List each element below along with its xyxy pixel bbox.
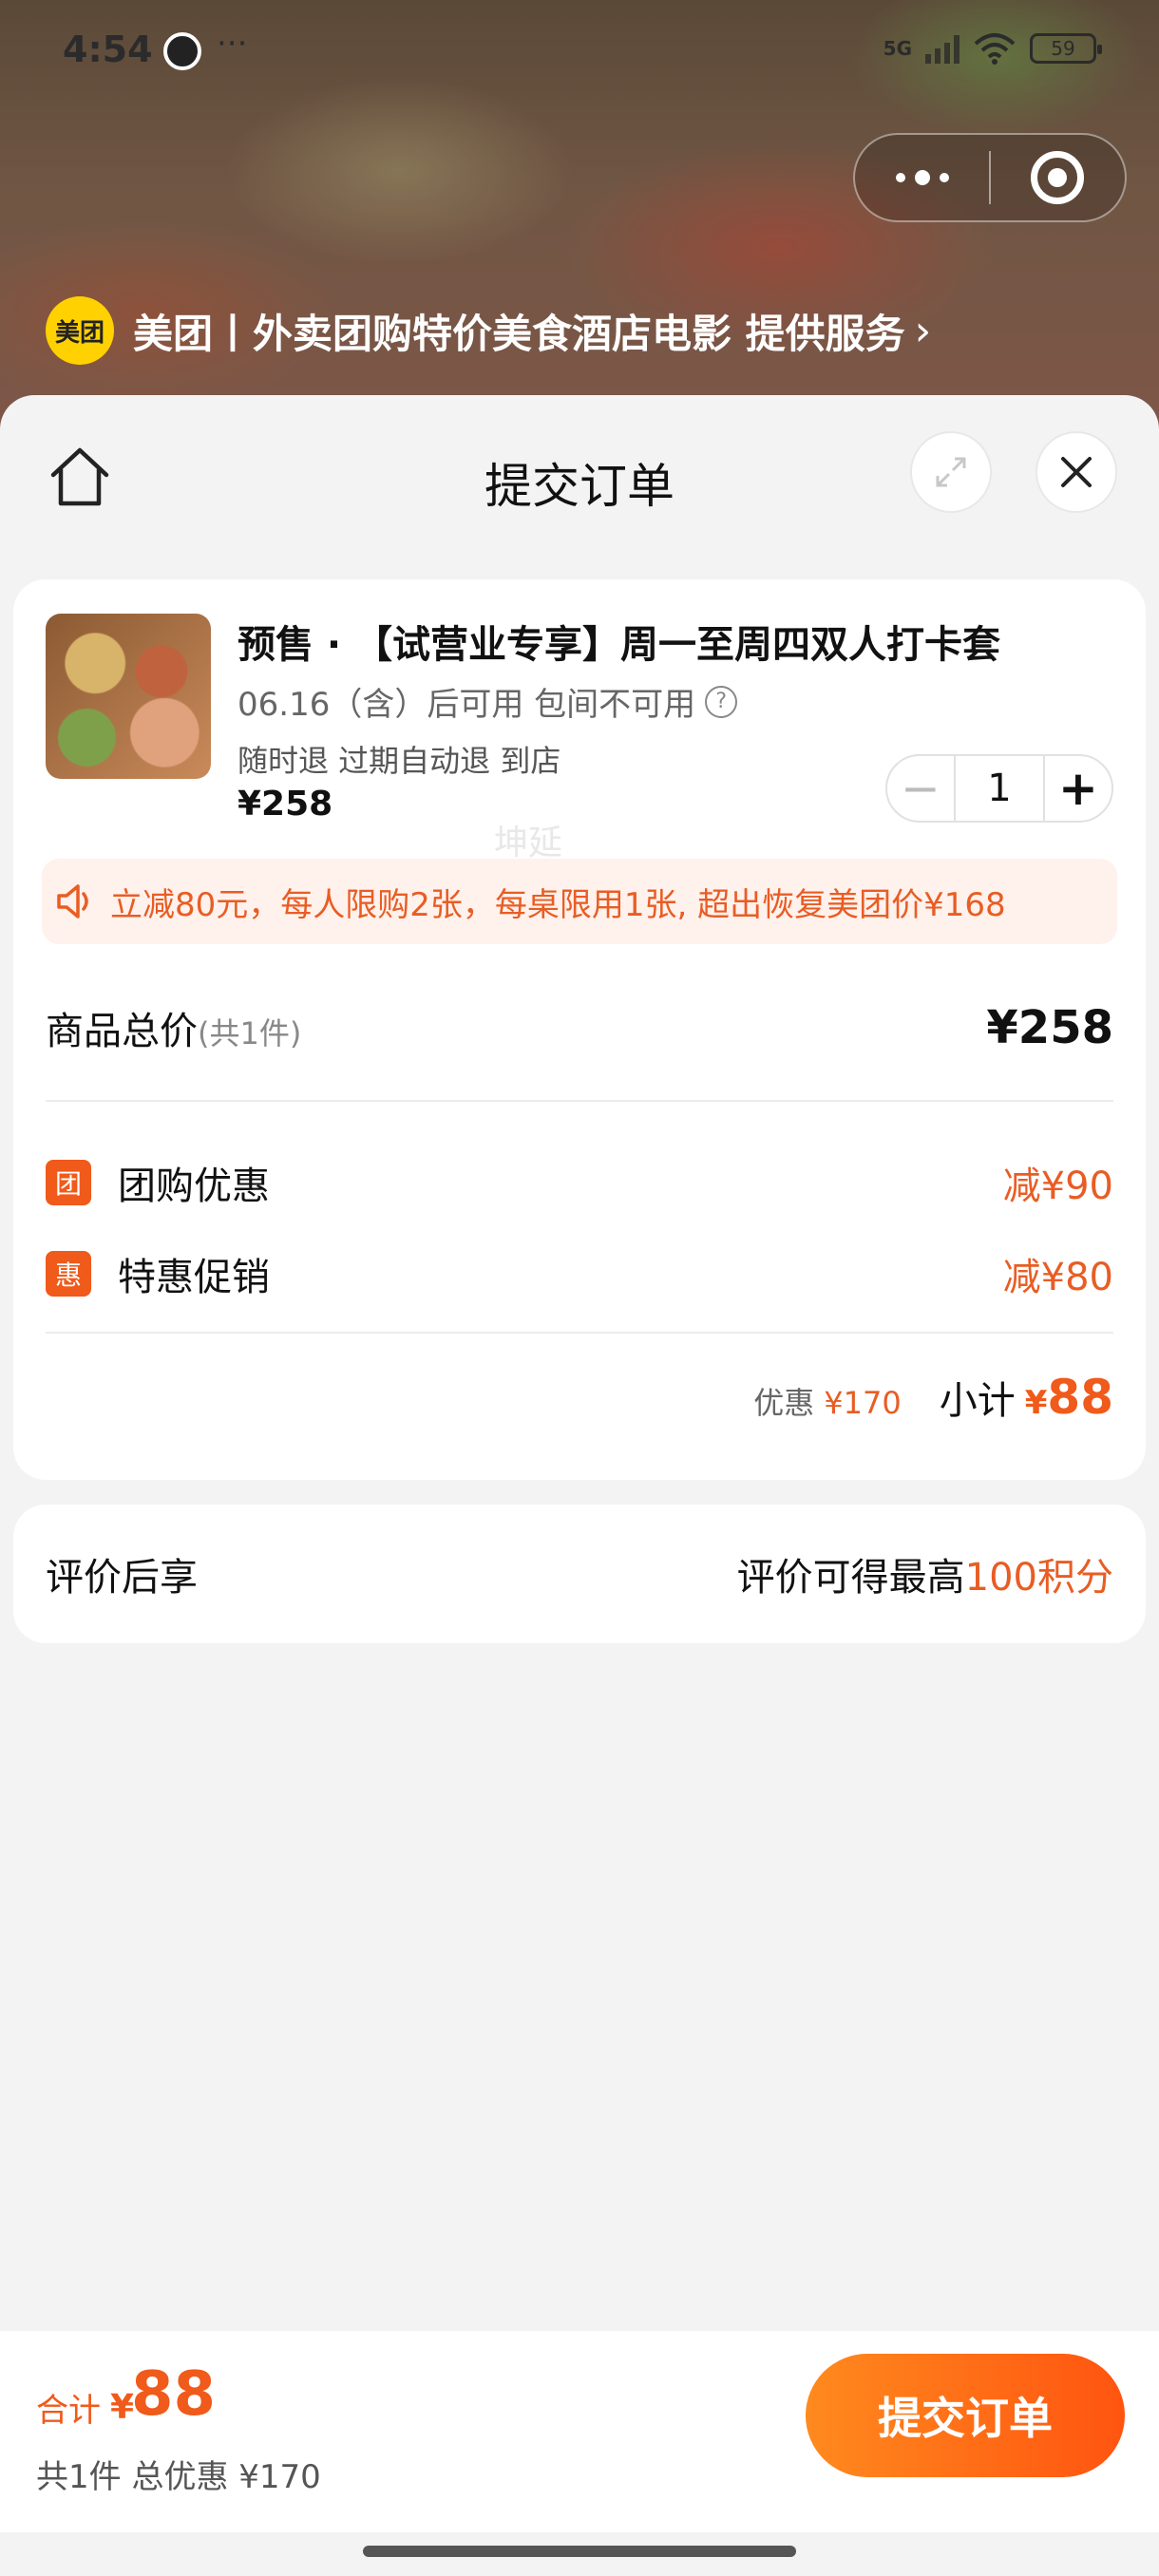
promo-notice-text: 立减80元，每人限购2张，每桌限用1张, 超出恢复美团价¥168 [110, 885, 1006, 924]
review-label: 评价后享 [46, 1556, 198, 1600]
promo-notice: 立减80元，每人限购2张，每桌限用1张, 超出恢复美团价¥168 [42, 859, 1117, 944]
grand-total-label: 合计 [36, 2392, 101, 2430]
more-menu-button[interactable] [855, 170, 989, 185]
watermark: 坤延 [494, 824, 563, 862]
subtotal-currency: ¥ [1024, 1384, 1048, 1422]
special-offer-badge: 惠 [46, 1251, 91, 1297]
close-button[interactable] [1036, 431, 1117, 513]
quantity-stepper: − 1 + [885, 754, 1113, 823]
review-reward: 评价可得最高100积分 [737, 1546, 1113, 1601]
goods-total-price: ¥258 [986, 1001, 1113, 1054]
more-notifications-icon: ··· [217, 25, 248, 63]
expand-icon [936, 457, 966, 487]
subtotal-label: 小计 [939, 1379, 1016, 1423]
subtotal-value: 88 [1047, 1370, 1113, 1425]
review-reward-prefix: 评价可得最高 [736, 1556, 965, 1600]
chevron-right-icon: › [914, 306, 932, 355]
expand-button[interactable] [910, 431, 992, 513]
exit-mini-program-button[interactable] [991, 151, 1125, 204]
order-card: 预售 · 【试营业专享】周一至周四双人打卡套 06.16（含）后可用 包间不可用… [13, 579, 1146, 1480]
provider-label: 美团丨外卖团购特价美食酒店电影 提供服务 [133, 310, 905, 357]
service-provider-link[interactable]: 美团 美团丨外卖团购特价美食酒店电影 提供服务 › [46, 296, 931, 365]
group-buy-badge: 团 [46, 1160, 91, 1205]
help-icon[interactable]: ? [705, 685, 738, 718]
divider [46, 1100, 1113, 1102]
close-icon [1061, 457, 1092, 487]
goods-total-label: 商品总价 [46, 1010, 198, 1053]
review-reward-points: 100积分 [964, 1556, 1113, 1600]
subtotal-discount-value: ¥170 [824, 1385, 902, 1421]
product-name: 预售 · 【试营业专享】周一至周四双人打卡套 [238, 623, 1001, 667]
speaker-icon [57, 884, 88, 919]
network-type: 5G [883, 37, 912, 60]
meituan-logo: 美团 [46, 296, 114, 365]
availability-text: 06.16（含）后可用 包间不可用 [238, 686, 696, 724]
plus-icon[interactable]: + [1045, 756, 1112, 821]
product-tags: 随时退 过期自动退 到店 [238, 743, 561, 779]
nav-bar: 提交订单 [0, 395, 1159, 557]
order-sheet: 提交订单 预售 · 【试营业专享】周一至周四双人打卡套 06.16（含）后可用 … [0, 395, 1159, 2576]
wifi-icon [974, 33, 1016, 65]
home-indicator[interactable] [363, 2546, 796, 2557]
app-notification-icon [163, 32, 201, 70]
product-availability: 06.16（含）后可用 包间不可用 ? [238, 678, 738, 725]
status-indicators: 5G 59 [883, 32, 1102, 65]
divider [46, 1332, 1113, 1334]
review-row: 评价后享 评价可得最高100积分 [46, 1505, 1113, 1643]
target-icon [1031, 151, 1085, 204]
subtotal-discount-label: 优惠 [753, 1385, 815, 1421]
discount-row: 惠 特惠促销 减¥80 [46, 1241, 1113, 1307]
review-reward-card[interactable]: 评价后享 评价可得最高100积分 [13, 1505, 1146, 1643]
discount-amount: 减¥90 [1002, 1165, 1113, 1208]
product-price: ¥258 [238, 785, 333, 824]
discount-label: 团购优惠 [118, 1165, 270, 1208]
product-image[interactable] [46, 614, 211, 779]
status-time: 4:54 [63, 28, 153, 70]
quantity-value[interactable]: 1 [954, 756, 1045, 821]
grand-total-amount: 88 [131, 2359, 217, 2430]
order-summary: 共1件 总优惠 ¥170 [36, 2458, 321, 2496]
status-bar: 4:54 ··· 5G 59 [0, 0, 1159, 104]
discount-label: 特惠促销 [118, 1256, 270, 1299]
goods-total-row: 商品总价(共1件) ¥258 [46, 990, 1113, 1066]
mini-program-capsule [853, 133, 1127, 222]
submit-order-button[interactable]: 提交订单 [806, 2354, 1125, 2477]
bottom-bar: 合计 ¥ 88 共1件 总优惠 ¥170 提交订单 [0, 2331, 1159, 2532]
goods-count: (共1件) [198, 1015, 302, 1051]
subtotal-row: 优惠 ¥170 小计 ¥ 88 [46, 1370, 1113, 1446]
signal-icon [925, 33, 960, 64]
battery-icon: 59 [1030, 33, 1102, 64]
minus-icon[interactable]: − [887, 756, 954, 821]
discount-row: 团 团购优惠 减¥90 [46, 1149, 1113, 1216]
discount-amount: 减¥80 [1002, 1256, 1113, 1299]
